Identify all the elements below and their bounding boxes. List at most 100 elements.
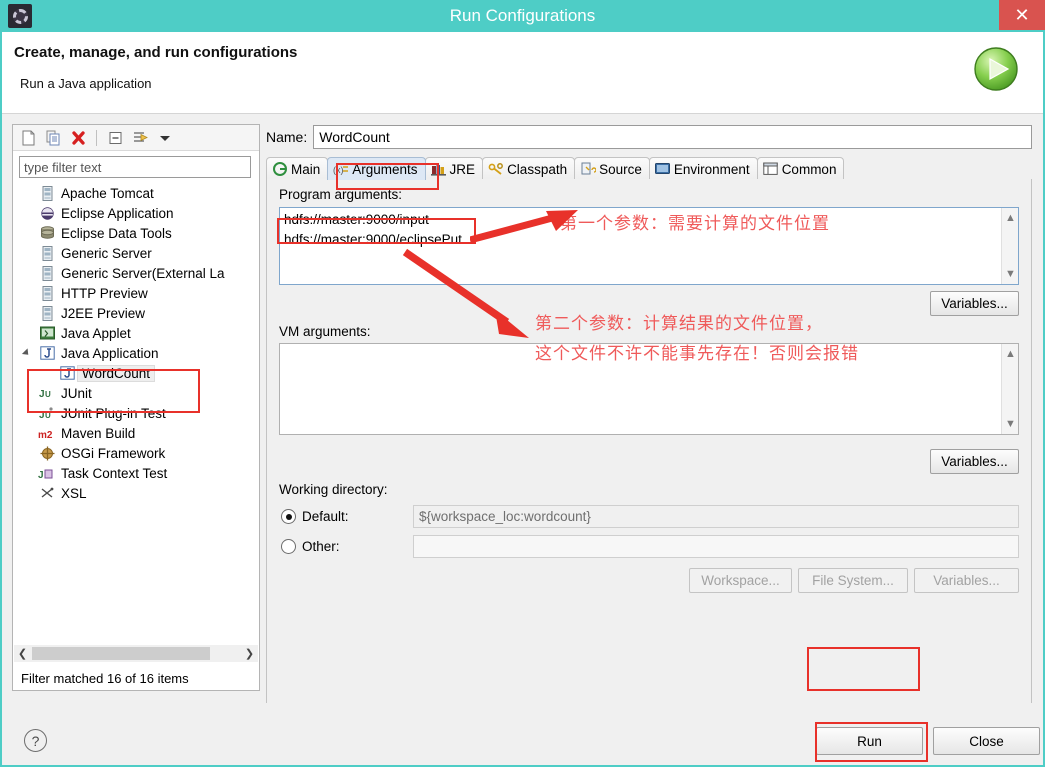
configurations-tree[interactable]: Apache Tomcat Eclipse Application Eclipse … [14,183,258,663]
run-configurations-window: Run Configurations ✕ Create, manage, and… [0,0,1045,767]
run-play-icon [971,44,1021,94]
tab-label: Arguments [352,161,418,177]
tree-item-eclipse-data-tools[interactable]: Eclipse Data Tools [14,223,258,243]
dialog-header: Create, manage, and run configurations R… [2,32,1043,114]
annotation-note-second-line1: 第二个参数：计算结果的文件位置， [535,314,823,334]
scrollbar-thumb[interactable] [32,647,210,660]
program-args-scrollbar[interactable]: ▲ ▼ [1001,208,1018,284]
tree-item-label: Generic Server [61,245,152,261]
tab-label: Source [599,161,642,177]
scroll-up-icon[interactable]: ▲ [1002,346,1019,362]
server-icon [38,185,56,201]
filter-text-input[interactable] [19,156,251,178]
duplicate-configuration-icon[interactable] [42,128,64,148]
tree-item-label: HTTP Preview [61,285,148,301]
default-directory-radio-row[interactable]: Default: [281,509,349,524]
junit-plugin-icon: JU [38,405,56,421]
other-radio-button[interactable] [281,539,296,554]
tree-item-wordcount[interactable]: WordCount [14,363,258,383]
tab-arguments[interactable]: (x) Arguments [327,157,426,180]
title-bar: Run Configurations ✕ [0,0,1045,32]
tree-item-java-applet[interactable]: Java Applet [14,323,258,343]
vm-args-scrollbar[interactable]: ▲ ▼ [1001,344,1018,434]
osgi-icon [38,445,56,461]
dialog-body: Apache Tomcat Eclipse Application Eclipse … [2,114,1043,756]
new-configuration-icon[interactable] [17,128,39,148]
vm-arguments-variables-button[interactable]: Variables... [930,449,1019,474]
tree-item-junit[interactable]: J U JUnit [14,383,258,403]
expand-arrow-icon[interactable] [21,348,32,358]
tree-item-task-context-test[interactable]: J Task Context Test [14,463,258,483]
filter-icon[interactable] [129,128,151,148]
server-icon [38,285,56,301]
task-context-icon: J [38,465,56,481]
file-system-button[interactable]: File System... [798,568,908,593]
tab-environment[interactable]: Environment [648,157,758,180]
environment-tab-icon [655,162,671,176]
tree-item-generic-server[interactable]: Generic Server [14,243,258,263]
scroll-left-icon[interactable]: ❮ [14,645,31,662]
working-dir-variables-button[interactable]: Variables... [914,568,1019,593]
tab-label: Classpath [507,161,568,177]
view-menu-chevron-icon[interactable] [154,128,176,148]
close-window-button[interactable]: ✕ [999,0,1045,30]
svg-text:J: J [39,389,45,400]
configurations-tree-panel: Apache Tomcat Eclipse Application Eclipse … [12,124,260,691]
program-arguments-variables-button[interactable]: Variables... [930,291,1019,316]
scroll-up-icon[interactable]: ▲ [1002,210,1019,226]
arguments-tab-icon: (x) [333,162,349,176]
tree-item-label: Generic Server(External La [61,265,225,281]
scroll-right-icon[interactable]: ❯ [241,645,258,662]
delete-configuration-icon[interactable] [67,128,89,148]
scroll-down-icon[interactable]: ▼ [1002,416,1019,432]
svg-text:(x): (x) [333,165,344,175]
help-question-icon[interactable]: ? [24,729,47,752]
tree-item-eclipse-application[interactable]: Eclipse Application [14,203,258,223]
tree-item-http-preview[interactable]: HTTP Preview [14,283,258,303]
junit-icon: JU [38,385,56,401]
other-radio-label: Other: [302,539,340,554]
classpath-tab-icon [488,162,504,176]
tree-item-apache-tomcat[interactable]: Apache Tomcat [14,183,258,203]
tree-item-label: Eclipse Application [61,205,174,221]
collapse-all-icon[interactable] [104,128,126,148]
tree-item-label: Apache Tomcat [61,185,154,201]
tab-classpath[interactable]: Classpath [482,157,576,180]
page-subtitle: Run a Java application [20,76,152,91]
tree-item-generic-server-external-la[interactable]: Generic Server(External La [14,263,258,283]
tree-item-j2ee-preview[interactable]: J2EE Preview [14,303,258,323]
dialog-footer: ? Run Close [2,703,1043,765]
tree-item-xsl[interactable]: XSL [14,483,258,503]
java-app-icon [58,365,76,381]
tree-item-label: Java Application [61,345,159,361]
run-button[interactable]: Run [816,727,923,755]
vm-arguments-label: VM arguments: [279,324,371,339]
tree-item-label: Java Applet [61,325,131,341]
tab-common[interactable]: Common [756,157,845,180]
workspace-button[interactable]: Workspace... [689,568,792,593]
tree-horizontal-scrollbar[interactable]: ❮ ❯ [14,645,258,662]
tab-jre[interactable]: JRE [424,157,484,180]
tree-item-label: JUnit Plug-in Test [61,405,166,421]
tab-main[interactable]: Main [266,157,329,180]
tree-item-java-application[interactable]: Java Application [14,343,258,363]
tree-item-maven-build[interactable]: m2 Maven Build [14,423,258,443]
close-button[interactable]: Close [933,727,1040,755]
tab-label: Environment [673,161,750,177]
svg-text:U: U [45,411,51,420]
tree-item-junit-plug-in-test[interactable]: J U JUnit Plug-in Test [14,403,258,423]
tree-item-osgi-framework[interactable]: OSGi Framework [14,443,258,463]
svg-text:U: U [45,390,51,399]
tree-item-label: Task Context Test [61,465,168,481]
database-icon [38,225,56,241]
other-directory-radio-row[interactable]: Other: [281,539,340,554]
other-directory-input[interactable] [413,535,1019,558]
tab-source[interactable]: Source [574,157,650,180]
configuration-name-input[interactable] [313,125,1032,149]
svg-text:J: J [39,410,45,420]
jre-tab-icon [430,162,447,176]
working-directory-label: Working directory: [279,482,388,497]
default-radio-button[interactable] [281,509,296,524]
scroll-down-icon[interactable]: ▼ [1002,266,1019,282]
page-title: Create, manage, and run configurations [14,44,298,61]
